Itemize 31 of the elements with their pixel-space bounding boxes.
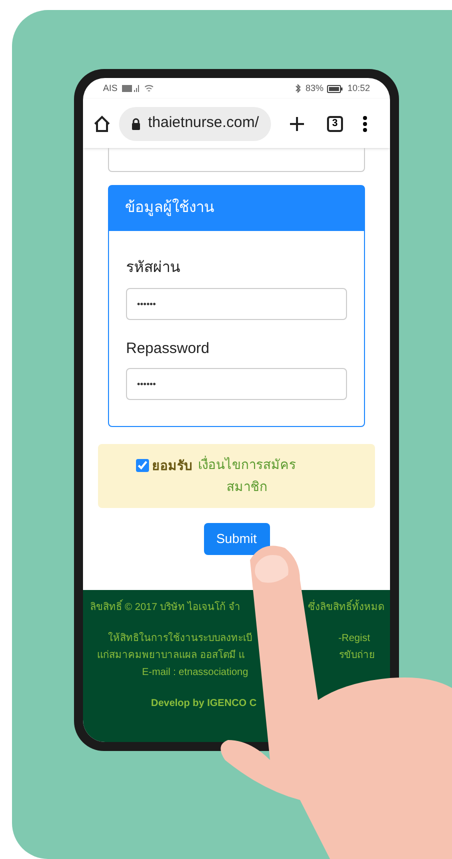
footer-text: ซึ่งลิขสิทธิ์ทั้งหมด: [308, 600, 390, 614]
footer-text: แก่สมาคมพยาบาลแผล ออสโตมี แ: [96, 648, 245, 662]
more-icon[interactable]: [362, 116, 367, 132]
footer-text: Develop by IGENCO C: [150, 696, 257, 710]
footer-text: ให้สิทธิในการใช้งานระบบลงทะเบี: [107, 631, 252, 646]
battery-icon: [327, 84, 344, 92]
input-field[interactable]: [108, 148, 365, 172]
wifi-icon: [144, 84, 154, 93]
field-label: รหัสผ่าน: [126, 258, 181, 278]
password-field[interactable]: ••••••: [126, 368, 347, 400]
battery-text: 83%: [305, 82, 324, 95]
plus-icon[interactable]: [288, 116, 305, 132]
field-label: Repassword: [126, 338, 210, 358]
agree-checkbox[interactable]: [136, 459, 149, 472]
lock-icon: [131, 118, 141, 130]
carrier-text: AIS: [103, 82, 118, 95]
footer-text: ลิขสิทธิ์ © 2017 บริษัท ไอเจนโก้ จำ: [83, 600, 241, 614]
bluetooth-icon: [295, 84, 302, 93]
card-title: ข้อมูลผู้ใช้งาน: [125, 198, 214, 218]
password-field[interactable]: ••••••: [126, 288, 347, 320]
footer-text: E-mail : etnassociationg: [141, 666, 248, 680]
tab-count-button[interactable]: 3: [326, 116, 343, 132]
address-bar[interactable]: thaietnurse.com/: [119, 106, 271, 140]
clock-text: 10:52: [347, 82, 370, 95]
home-icon[interactable]: [93, 114, 111, 132]
footer-text: -Regist: [338, 632, 371, 646]
signal-icon: [122, 84, 140, 93]
footer-text: รขับถ่าย: [339, 648, 376, 662]
submit-button[interactable]: Submit: [204, 523, 270, 555]
agree-label: ยอมรับ: [152, 457, 192, 475]
url-text: thaietnurse.com/: [148, 113, 259, 134]
